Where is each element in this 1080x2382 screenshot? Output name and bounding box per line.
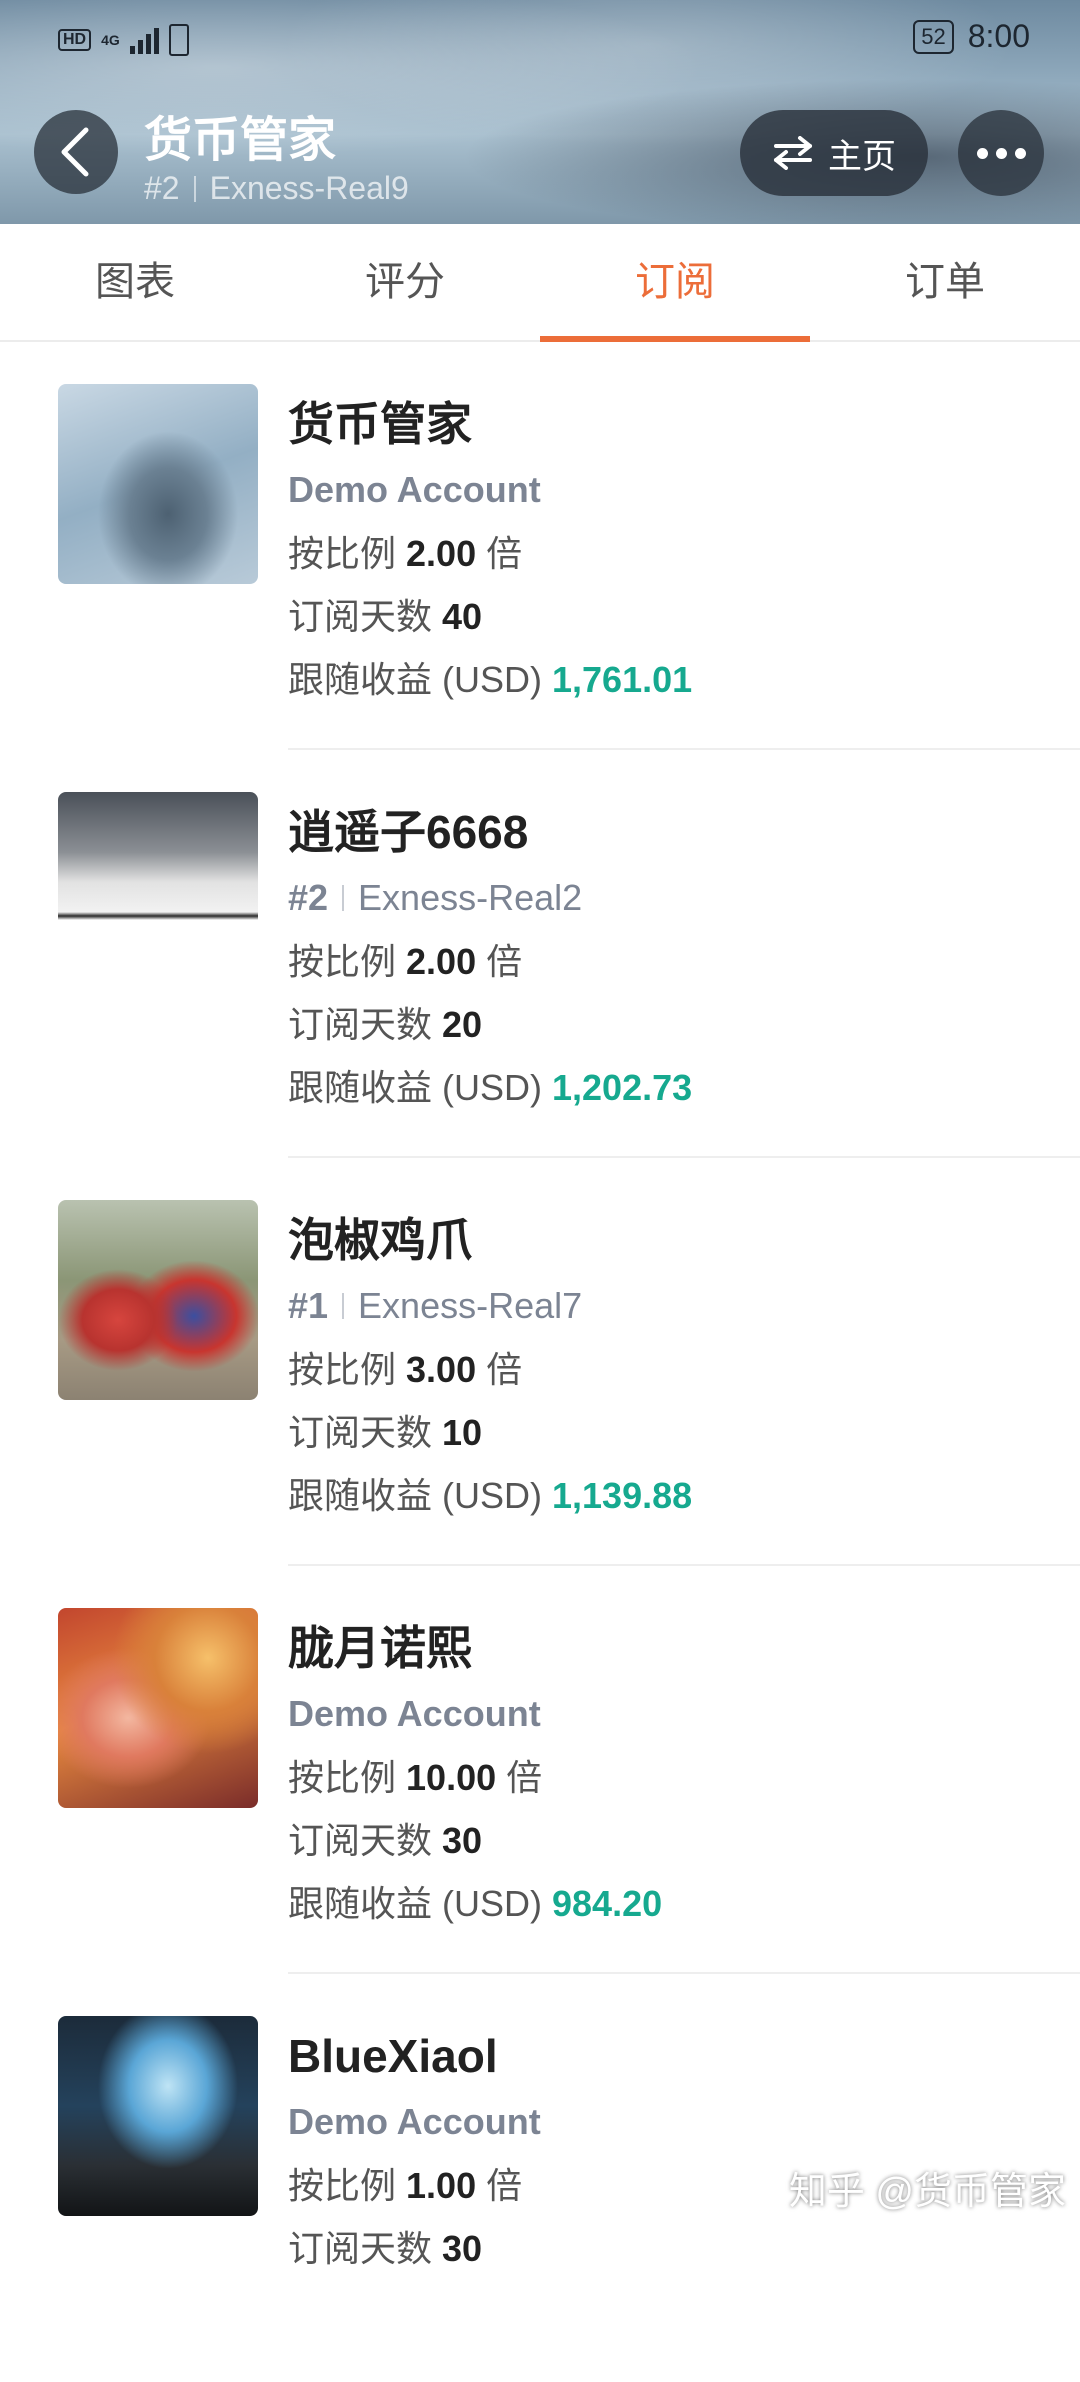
trader-name: 胧月诺熙	[288, 1622, 472, 1674]
tab-orders[interactable]: 订单	[810, 224, 1080, 340]
subscription-list: 货币管家 Demo Account 按比例 2.00 倍 订阅天数 40 跟随收…	[0, 342, 1080, 2382]
ratio-row: 按比例 3.00 倍	[288, 1349, 523, 1390]
days-row: 订阅天数 40	[288, 596, 483, 637]
tab-subscription[interactable]: 订阅	[540, 224, 810, 342]
profit-value: 1,202.73	[552, 1067, 693, 1108]
more-button[interactable]	[958, 110, 1044, 196]
account-type: Demo Account	[288, 1693, 541, 1734]
avatar	[58, 1608, 258, 1808]
days-row: 订阅天数 30	[288, 2228, 483, 2269]
header-server: Exness-Real9	[209, 170, 409, 206]
account-rank-server: #2 Exness-Real2	[288, 877, 583, 918]
ratio-row: 按比例 10.00 倍	[288, 1757, 543, 1798]
days-row: 订阅天数 10	[288, 1412, 483, 1453]
sim-icon	[168, 24, 189, 56]
avatar	[58, 2016, 258, 2216]
profit-value: 1,761.01	[552, 659, 693, 700]
hd-badge: HD	[58, 29, 92, 51]
more-dots-icon	[976, 147, 988, 159]
profit-row: 跟随收益 (USD) 1,761.01	[288, 659, 693, 700]
list-item[interactable]: 逍遥子6668 #2 Exness-Real2 按比例 2.00 倍 订阅天数 2…	[0, 750, 1080, 1158]
header-rank: #2	[144, 170, 180, 206]
list-item[interactable]: 货币管家 Demo Account 按比例 2.00 倍 订阅天数 40 跟随收…	[0, 342, 1080, 750]
status-bar: HD 4G 52 8:00	[58, 18, 1030, 66]
page-title: 货币管家	[144, 114, 337, 167]
profit-row: 跟随收益 (USD) 1,139.88	[288, 1475, 693, 1516]
ratio-row: 按比例 2.00 倍	[288, 941, 523, 982]
account-type: Demo Account	[288, 2101, 541, 2142]
header-banner: HD 4G 52 8:00 货币管家 #2 Exness-Real9 主页	[0, 0, 1080, 224]
watermark: 知乎 @货币管家	[788, 2171, 1066, 2213]
swap-arrows-icon	[774, 136, 812, 170]
trader-name: 泡椒鸡爪	[288, 1214, 472, 1266]
tab-bar: 图表 评分 订阅 订单	[0, 224, 1080, 342]
trader-name: BlueXiaol	[288, 2030, 498, 2082]
list-item[interactable]: 胧月诺熙 Demo Account 按比例 10.00 倍 订阅天数 30 跟随…	[0, 1566, 1080, 1974]
days-row: 订阅天数 30	[288, 1820, 483, 1861]
days-row: 订阅天数 20	[288, 1004, 483, 1045]
list-item[interactable]: 泡椒鸡爪 #1 Exness-Real7 按比例 3.00 倍 订阅天数 10 跟…	[0, 1158, 1080, 1566]
account-rank-server: #1 Exness-Real7	[288, 1285, 583, 1326]
tab-rating[interactable]: 评分	[270, 224, 540, 340]
profit-value: 984.20	[552, 1883, 663, 1924]
battery-indicator: 52	[913, 19, 954, 54]
profit-value: 1,139.88	[552, 1475, 693, 1516]
trader-name: 逍遥子6668	[288, 806, 529, 858]
avatar	[58, 792, 258, 992]
trader-name: 货币管家	[288, 398, 472, 450]
signal-icon	[129, 26, 159, 54]
separator	[193, 175, 196, 202]
home-button[interactable]: 主页	[740, 110, 928, 196]
home-button-label: 主页	[828, 137, 896, 176]
account-type: Demo Account	[288, 469, 541, 510]
clock: 8:00	[967, 18, 1030, 54]
profit-row: 跟随收益 (USD) 1,202.73	[288, 1067, 693, 1108]
profit-row: 跟随收益 (USD) 984.20	[288, 1883, 663, 1924]
avatar	[58, 1200, 258, 1400]
ratio-row: 按比例 1.00 倍	[288, 2165, 523, 2206]
network-gen: 4G	[101, 32, 120, 48]
ratio-row: 按比例 2.00 倍	[288, 533, 523, 574]
avatar	[58, 384, 258, 584]
header-subtitle: #2 Exness-Real9	[144, 170, 409, 207]
tab-chart[interactable]: 图表	[0, 224, 270, 340]
back-button[interactable]	[34, 110, 118, 194]
back-arrow-icon	[61, 127, 89, 177]
